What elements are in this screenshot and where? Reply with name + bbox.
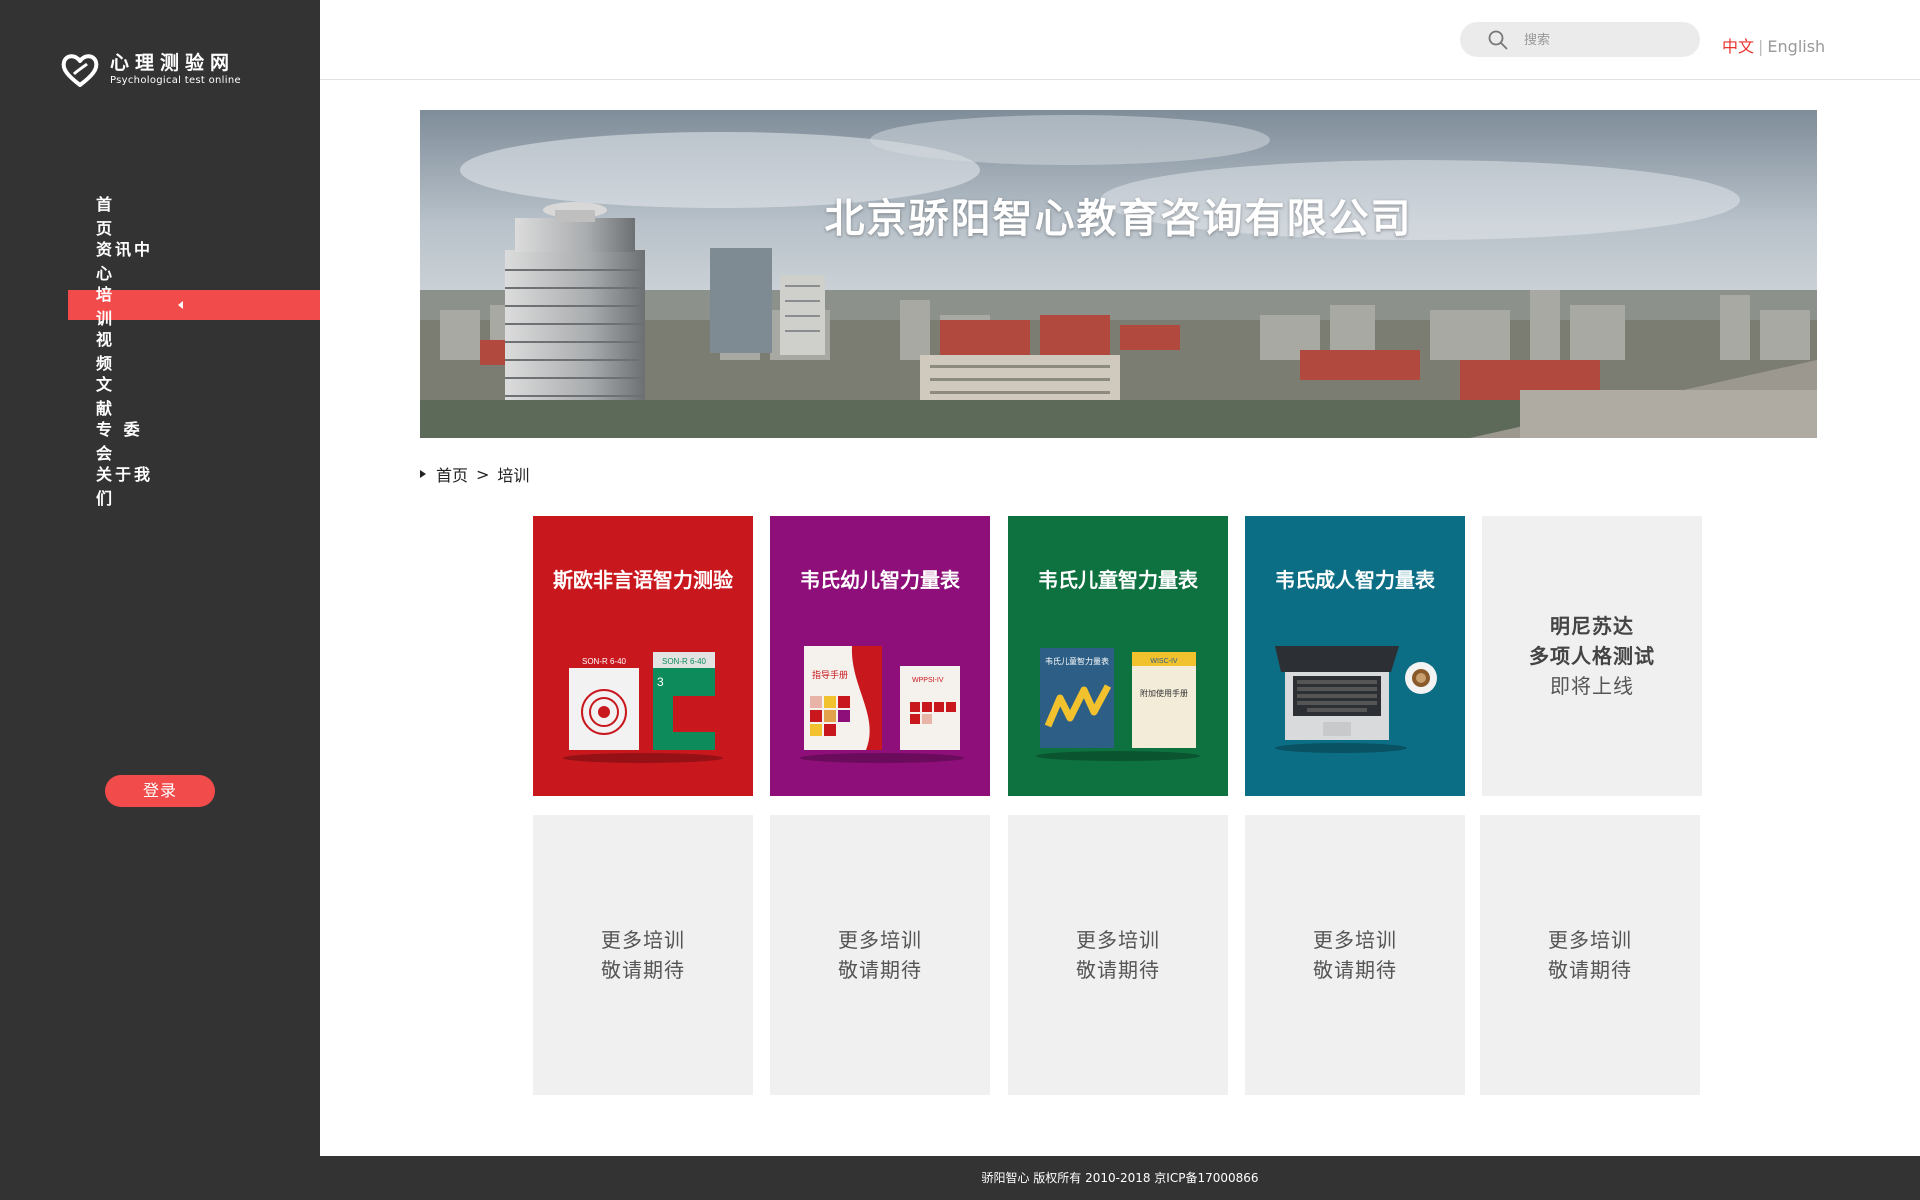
search-icon xyxy=(1488,30,1508,50)
breadcrumb-home-link[interactable]: 首页 xyxy=(436,462,468,486)
placeholder-card: 更多培训 敬请期待 xyxy=(1008,815,1228,1095)
sidebar-item-literature[interactable]: 文 献 xyxy=(68,375,320,418)
logo[interactable]: 心理测验网 Psychological test online xyxy=(60,52,241,88)
footer: 骄阳智心 版权所有 2010-2018 京ICP备17000866 xyxy=(320,1156,1920,1200)
footer-copyright: 骄阳智心 版权所有 2010-2018 京ICP备17000866 xyxy=(981,1171,1259,1185)
son-r-books-image: SON-R 6-40 SON-R 6-40 3 xyxy=(563,652,723,763)
placeholder-card: 更多培训 敬请期待 xyxy=(770,815,990,1095)
placeholder-line-1: 更多培训 xyxy=(1548,928,1632,952)
city-skyline-image xyxy=(420,110,1817,438)
course-card-title: 韦氏幼儿智力量表 xyxy=(800,568,960,592)
wppsi-tag-label: WPPSI-IV xyxy=(912,677,944,684)
placeholder-line-2: 敬请期待 xyxy=(1076,958,1160,982)
login-button[interactable]: 登录 xyxy=(105,775,215,807)
son-book-label: SON-R 6-40 xyxy=(662,657,707,666)
banner: 北京骄阳智心教育咨询有限公司 xyxy=(420,110,1817,438)
placeholder-line-2: 敬请期待 xyxy=(601,958,685,982)
sidebar-item-news[interactable]: 资讯中心 xyxy=(68,240,320,283)
placeholder-card: 更多培训 敬请期待 xyxy=(1480,815,1700,1095)
logo-text: 心理测验网 Psychological test online xyxy=(110,52,241,88)
lang-separator: | xyxy=(1758,37,1764,56)
course-card-wppsi[interactable]: 韦氏幼儿智力量表 指导手册 WPPSI-IV xyxy=(770,516,990,796)
placeholder-line-2: 敬请期待 xyxy=(1313,958,1397,982)
placeholder-card: 更多培训 敬请期待 xyxy=(533,815,753,1095)
sidebar-item-label: 资讯中心 xyxy=(96,240,154,283)
course-card-title: 韦氏儿童智力量表 xyxy=(1038,568,1198,592)
breadcrumb-separator: > xyxy=(476,464,490,484)
heart-link-icon xyxy=(61,54,99,87)
wisc-cover-label: 韦氏儿童智力量表 xyxy=(1045,656,1109,666)
placeholder-line-2: 敬请期待 xyxy=(1548,958,1632,982)
sidebar-item-training[interactable]: 培 训 xyxy=(68,285,320,328)
placeholder-text: 更多培训 敬请期待 xyxy=(1008,815,1228,1095)
search-input[interactable] xyxy=(1524,28,1684,52)
placeholder-line-1: 更多培训 xyxy=(1313,928,1397,952)
son-book-label: SON-R 6-40 xyxy=(582,657,627,666)
mmpi-coming-soon: 明尼苏达 多项人格测试 即将上线 xyxy=(1482,516,1702,796)
son-book-number: 3 xyxy=(657,675,664,689)
lang-chinese-link[interactable]: 中文 xyxy=(1722,37,1754,56)
placeholder-text: 更多培训 敬请期待 xyxy=(1480,815,1700,1095)
breadcrumb-current: 培训 xyxy=(497,466,530,485)
sidebar-item-about[interactable]: 关于我们 xyxy=(68,465,320,508)
triangle-right-icon xyxy=(420,470,426,478)
placeholder-line-1: 更多培训 xyxy=(601,928,685,952)
sidebar-item-committee[interactable]: 专 委 会 xyxy=(68,420,320,463)
sidebar-item-label: 视 频 xyxy=(96,330,154,373)
sidebar-item-label: 文 献 xyxy=(96,375,154,418)
top-bar: 中文|English xyxy=(320,0,1920,80)
placeholder-line-1: 更多培训 xyxy=(838,928,922,952)
search-box[interactable] xyxy=(1460,22,1700,57)
placeholder-line-1: 更多培训 xyxy=(1076,928,1160,952)
course-card-title: 斯欧非言语智力测验 xyxy=(553,568,733,592)
course-card-title: 韦氏成人智力量表 xyxy=(1275,568,1435,592)
sidebar-item-home[interactable]: 首 页 xyxy=(68,195,320,238)
sidebar-item-label: 关于我们 xyxy=(96,465,154,508)
sidebar-item-video[interactable]: 视 频 xyxy=(68,330,320,373)
logo-name-cn: 心理测验网 xyxy=(110,52,236,74)
lang-english-link[interactable]: English xyxy=(1767,37,1825,56)
banner-title: 北京骄阳智心教育咨询有限公司 xyxy=(824,196,1413,242)
placeholder-text: 更多培训 敬请期待 xyxy=(1245,815,1465,1095)
breadcrumb: 首页 > 培训 xyxy=(420,462,529,486)
course-card-wais[interactable]: 韦氏成人智力量表 xyxy=(1245,516,1465,796)
sidebar: 心理测验网 Psychological test online 首 页 资讯中心… xyxy=(0,0,320,1200)
placeholder-line-2: 敬请期待 xyxy=(838,958,922,982)
course-card-wisc[interactable]: 韦氏儿童智力量表 韦氏儿童智力量表 WISC-IV 附加使用手册 xyxy=(1008,516,1228,796)
placeholder-text: 更多培训 敬请期待 xyxy=(770,815,990,1095)
placeholder-text: 更多培训 敬请期待 xyxy=(533,815,753,1095)
language-switch: 中文 | English xyxy=(1722,33,1825,57)
laptop-image xyxy=(1275,646,1437,753)
sidebar-item-label: 专 委 会 xyxy=(96,420,143,463)
wisc-tag-label: WISC-IV xyxy=(1150,658,1178,665)
course-card-mmpi[interactable]: 明尼苏达 多项人格测试 即将上线 xyxy=(1482,516,1702,796)
wppsi-books-image: 指导手册 WPPSI-IV xyxy=(800,646,964,763)
course-card-son[interactable]: 斯欧非言语智力测验 SON-R 6-40 SON-R 6-40 3 xyxy=(533,516,753,796)
mmpi-title-line-1: 明尼苏达 xyxy=(1550,614,1634,638)
sidebar-item-label: 首 页 xyxy=(96,195,154,238)
mmpi-status-line: 即将上线 xyxy=(1550,674,1634,698)
wisc-manual-label: 附加使用手册 xyxy=(1140,688,1188,698)
sidebar-item-label: 培 训 xyxy=(96,285,154,328)
logo-name-en: Psychological test online xyxy=(110,75,241,86)
caret-left-icon xyxy=(178,301,183,309)
sidebar-nav: 首 页 资讯中心 培 训 视 频 文 献 专 委 会 关于我们 xyxy=(68,195,320,515)
wppsi-manual-label: 指导手册 xyxy=(812,669,848,681)
mmpi-title-line-2: 多项人格测试 xyxy=(1529,644,1655,668)
placeholder-card: 更多培训 敬请期待 xyxy=(1245,815,1465,1095)
wisc-books-image: 韦氏儿童智力量表 WISC-IV 附加使用手册 xyxy=(1036,648,1200,761)
